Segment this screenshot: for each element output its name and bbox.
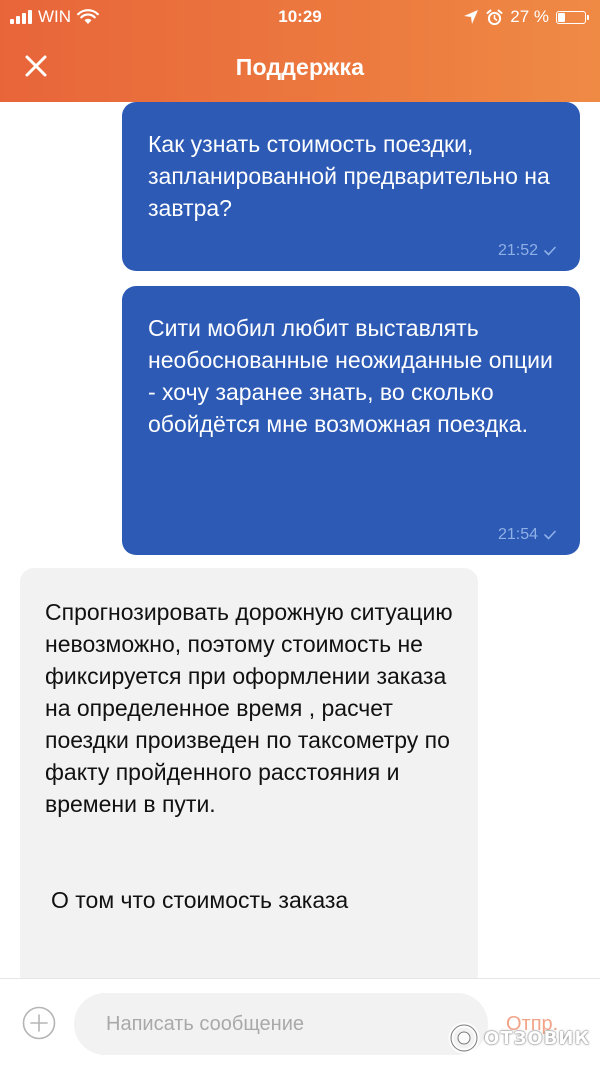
message-text: Спрогнозировать дорожную ситуацию невозм… — [45, 599, 453, 817]
check-icon — [544, 246, 556, 256]
message-incoming: Спрогнозировать дорожную ситуацию невозм… — [20, 568, 478, 978]
location-arrow-icon — [464, 10, 479, 24]
check-icon — [544, 530, 556, 540]
message-text: Как узнать стоимость поездки, запланиров… — [148, 131, 550, 221]
watermark: ОТЗОВИК — [448, 1022, 590, 1054]
message-time: 21:52 — [498, 243, 556, 259]
otzovik-logo-icon — [448, 1022, 480, 1054]
chat-messages[interactable]: Как узнать стоимость поездки, запланиров… — [0, 102, 600, 978]
message-text: Сити мобил любит выставлять необоснованн… — [148, 315, 553, 437]
message-outgoing: Сити мобил любит выставлять необоснованн… — [122, 286, 580, 555]
message-text-continued: О том что стоимость заказа — [51, 887, 349, 913]
status-right: 27 % — [463, 7, 589, 27]
message-input[interactable] — [74, 993, 488, 1055]
message-time: 21:54 — [498, 527, 556, 543]
alarm-icon — [486, 9, 503, 25]
battery-percent: 27 % — [510, 7, 549, 26]
status-bar: WIN 10:29 27 % — [0, 0, 600, 34]
message-time-label: 21:54 — [497, 526, 538, 543]
add-attachment-icon[interactable] — [22, 1006, 56, 1040]
watermark-text: ОТЗОВИК — [484, 1027, 591, 1049]
message-outgoing: Как узнать стоимость поездки, запланиров… — [122, 102, 580, 271]
app-header: WIN 10:29 27 % Поддержка — [0, 0, 600, 102]
page-title: Поддержка — [235, 54, 365, 80]
message-time-label: 21:52 — [497, 242, 538, 259]
battery-icon — [556, 10, 589, 24]
